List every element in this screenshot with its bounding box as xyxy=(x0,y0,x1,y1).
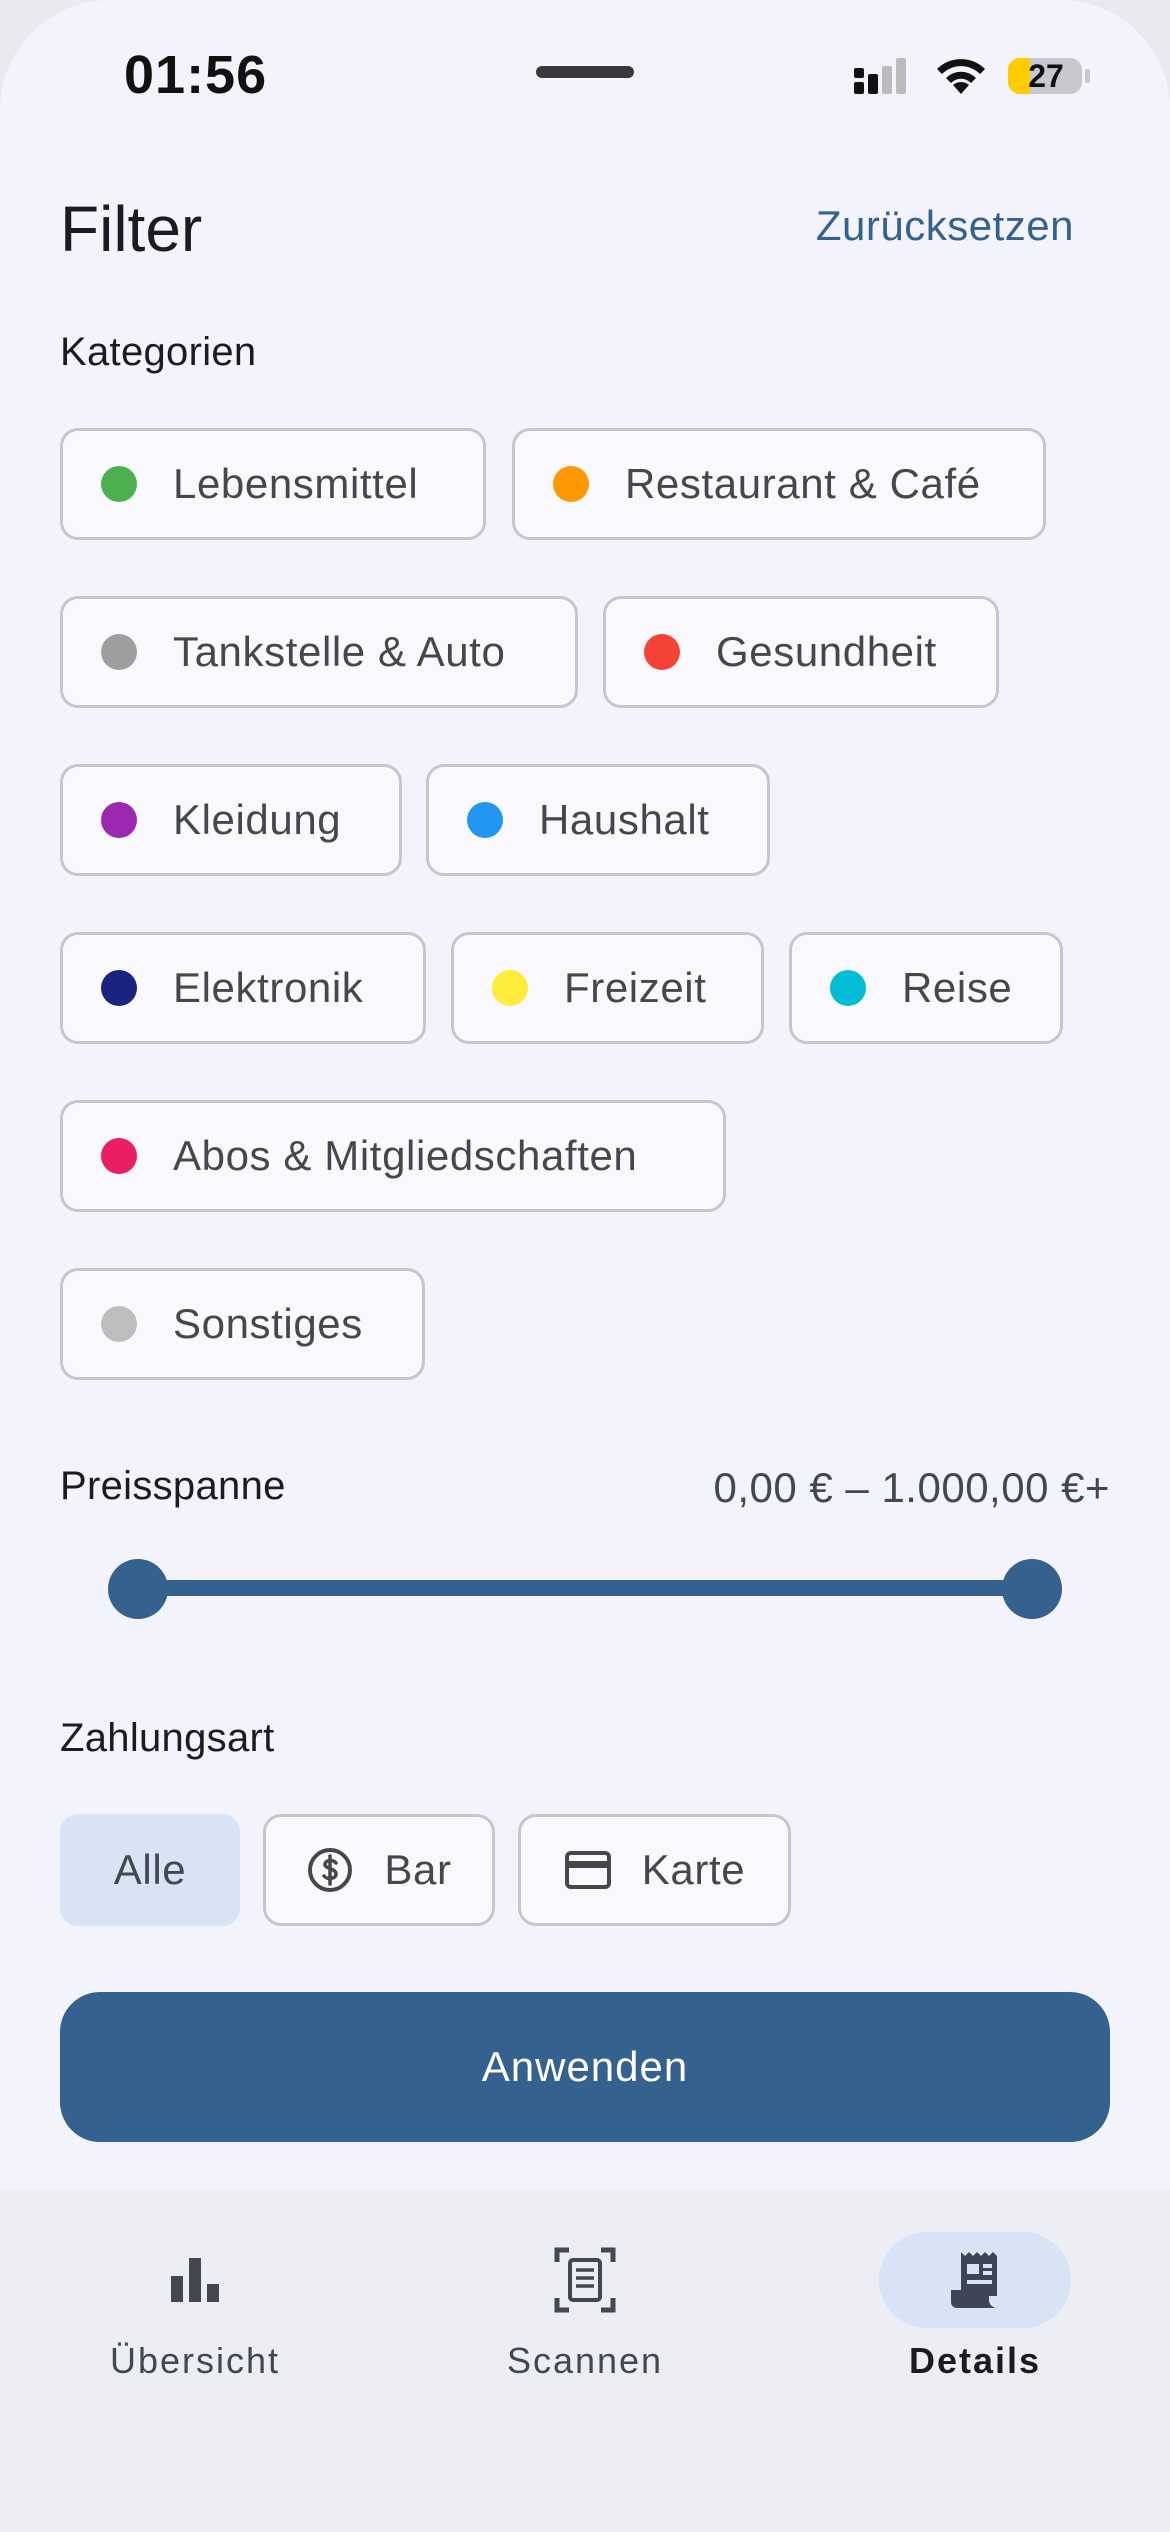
payment-type-label: Zahlungsart xyxy=(60,1716,275,1760)
category-label: Sonstiges xyxy=(173,1300,363,1347)
category-label: Elektronik xyxy=(173,964,364,1011)
category-chip-tankstelle[interactable]: Tankstelle & Auto xyxy=(60,596,578,708)
signal-icon xyxy=(854,58,906,94)
nav-item-overview[interactable]: Übersicht xyxy=(0,2190,390,2532)
nav-icon-container xyxy=(489,2232,681,2328)
category-chip-freizeit[interactable]: Freizeit xyxy=(451,932,764,1044)
scan-document-icon xyxy=(554,2247,616,2313)
category-label: Lebensmittel xyxy=(173,460,419,507)
nav-icon-container xyxy=(879,2232,1071,2328)
category-chip-reise[interactable]: Reise xyxy=(789,932,1063,1044)
category-chip-haushalt[interactable]: Haushalt xyxy=(426,764,770,876)
wifi-icon xyxy=(937,59,985,94)
nav-item-details[interactable]: Details xyxy=(780,2190,1170,2532)
categories-label: Kategorien xyxy=(60,330,257,374)
payment-chip-label: Bar xyxy=(384,1846,452,1893)
category-color-dot xyxy=(830,970,866,1006)
category-color-dot xyxy=(553,466,589,502)
nav-label: Übersicht xyxy=(109,2340,281,2381)
category-chip-restaurant[interactable]: Restaurant & Café xyxy=(512,428,1046,540)
payment-chip-label: Karte xyxy=(641,1846,746,1893)
nav-item-scan[interactable]: Scannen xyxy=(390,2190,780,2532)
nav-icon-container xyxy=(99,2232,291,2328)
price-range-value: 0,00 € – 1.000,00 €+ xyxy=(713,1464,1110,1511)
category-label: Haushalt xyxy=(539,796,710,843)
category-color-dot xyxy=(101,970,137,1006)
category-label: Tankstelle & Auto xyxy=(173,628,506,675)
filter-screen: 01:56 27 Filter Zurücksetzen Kategorien … xyxy=(0,0,1170,2532)
category-chip-gesundheit[interactable]: Gesundheit xyxy=(603,596,999,708)
dynamic-island xyxy=(536,66,634,78)
bottom-navigation: Übersicht Scannen Details xyxy=(0,2190,1170,2532)
payment-chip-cash[interactable]: Bar xyxy=(263,1814,495,1926)
category-label: Reise xyxy=(902,964,1013,1011)
payment-chip-label: Alle xyxy=(113,1846,187,1893)
cash-icon xyxy=(308,1848,353,1892)
price-slider-min-thumb[interactable] xyxy=(108,1559,168,1619)
category-color-dot xyxy=(101,634,137,670)
reset-button[interactable]: Zurücksetzen xyxy=(816,202,1074,250)
battery-level: 27 xyxy=(1028,58,1064,94)
category-color-dot xyxy=(492,970,528,1006)
category-color-dot xyxy=(644,634,680,670)
price-slider-track[interactable] xyxy=(138,1580,1032,1596)
category-chip-lebensmittel[interactable]: Lebensmittel xyxy=(60,428,486,540)
category-label: Freizeit xyxy=(564,964,707,1011)
category-label: Kleidung xyxy=(173,796,342,843)
category-color-dot xyxy=(101,1306,137,1342)
bar-chart-icon xyxy=(171,2258,219,2302)
status-time: 01:56 xyxy=(124,45,268,105)
receipt-icon xyxy=(951,2252,997,2308)
category-color-dot xyxy=(467,802,503,838)
category-color-dot xyxy=(101,802,137,838)
nav-label: Details xyxy=(908,2340,1042,2381)
category-chip-kleidung[interactable]: Kleidung xyxy=(60,764,402,876)
price-slider-max-thumb[interactable] xyxy=(1002,1559,1062,1619)
category-chip-elektronik[interactable]: Elektronik xyxy=(60,932,426,1044)
category-color-dot xyxy=(101,466,137,502)
category-chip-abos[interactable]: Abos & Mitgliedschaften xyxy=(60,1100,726,1212)
category-label: Gesundheit xyxy=(716,628,937,675)
page-title: Filter xyxy=(60,193,203,265)
category-label: Abos & Mitgliedschaften xyxy=(173,1132,638,1179)
category-color-dot xyxy=(101,1138,137,1174)
price-range-label: Preisspanne xyxy=(60,1464,286,1508)
card-icon xyxy=(564,1851,611,1889)
payment-chip-card[interactable]: Karte xyxy=(518,1814,791,1926)
nav-label: Scannen xyxy=(506,2340,664,2381)
category-chip-sonstiges[interactable]: Sonstiges xyxy=(60,1268,425,1380)
payment-chip-all[interactable]: Alle xyxy=(60,1814,240,1926)
apply-button[interactable]: Anwenden xyxy=(60,1992,1110,2142)
category-label: Restaurant & Café xyxy=(625,460,981,507)
